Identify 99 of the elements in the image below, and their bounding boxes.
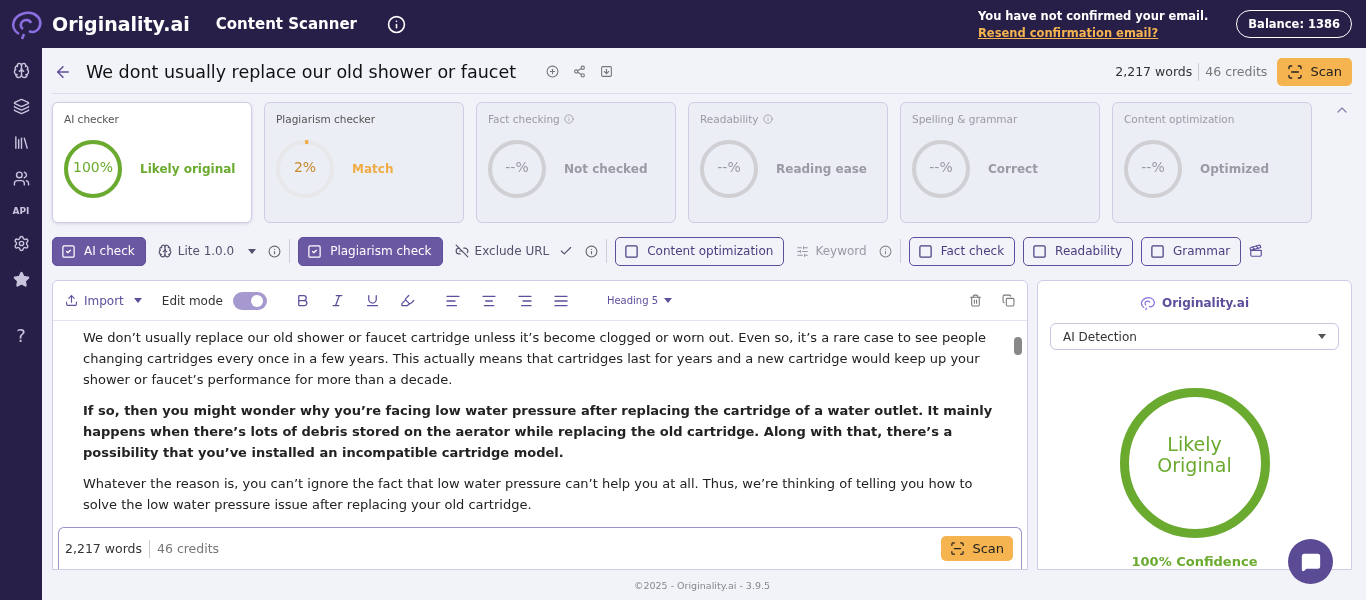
caret-icon bbox=[1318, 334, 1326, 340]
card-title: Readability bbox=[700, 113, 876, 125]
credit-count: 46 credits bbox=[1205, 64, 1268, 79]
clapperboard-icon[interactable] bbox=[1249, 244, 1264, 258]
checker-card[interactable]: Plagiarism checker 2% Match bbox=[264, 102, 464, 223]
checkbox-icon bbox=[1150, 243, 1165, 259]
copy-icon[interactable] bbox=[1002, 294, 1015, 307]
score-value: 2% bbox=[292, 159, 318, 175]
score-status: Match bbox=[352, 162, 394, 176]
score-ring bbox=[276, 140, 334, 198]
info-icon bbox=[878, 244, 892, 258]
chat-icon bbox=[1300, 551, 1321, 572]
score-status: Correct bbox=[988, 162, 1038, 176]
brand-name: Originality.ai bbox=[52, 13, 190, 35]
card-title: Plagiarism checker bbox=[276, 113, 377, 125]
paragraph: Whatever the reason is, you can’t ignore the fact that low water pressure can’t help you at all. Thus, we’re thinking of telling you how to solve the low water pressure issue after replacing your old cartridge. bbox=[83, 475, 974, 514]
star-icon[interactable] bbox=[12, 271, 30, 288]
scan-icon bbox=[950, 541, 966, 556]
score-ring bbox=[912, 140, 970, 198]
import-button[interactable]: Import bbox=[65, 293, 142, 308]
paragraph: If so, then you might wonder why you’re facing low water pressure after replacing the cartridge of a water outlet. It mainly happens when there’s lots of debris stored on the aerator while replacing the old cartridge. Along with that, there’s a possibility that you’ve installed an incompatible cartridge model. bbox=[83, 402, 994, 462]
score-ring bbox=[1124, 140, 1182, 198]
brain-logo-icon bbox=[1140, 295, 1156, 311]
panel-brand: Originality.ai bbox=[1140, 295, 1249, 311]
highlighter-icon[interactable] bbox=[399, 293, 415, 308]
brain-icon[interactable] bbox=[12, 62, 30, 79]
library-icon[interactable] bbox=[12, 134, 30, 151]
model-dropdown[interactable]: Lite 1.0.0 bbox=[153, 244, 261, 258]
download-icon[interactable] bbox=[600, 65, 614, 78]
scan-button[interactable]: Scan bbox=[1277, 57, 1352, 86]
card-title: AI checker bbox=[64, 113, 120, 125]
check-toggle[interactable]: Readability bbox=[1023, 236, 1133, 266]
info-icon bbox=[762, 114, 773, 124]
score-status: Optimized bbox=[1200, 162, 1269, 176]
score-value: 100% bbox=[72, 159, 114, 175]
delete-icon[interactable] bbox=[969, 294, 982, 307]
card-title: Spelling & grammar bbox=[912, 113, 1019, 125]
word-count: 2,217 words bbox=[65, 541, 142, 556]
api-link[interactable]: API bbox=[12, 206, 30, 216]
check-toggle[interactable]: Plagiarism check bbox=[298, 236, 443, 266]
edit-mode-switch[interactable] bbox=[232, 291, 267, 310]
caret-icon bbox=[133, 298, 142, 303]
info-icon[interactable] bbox=[386, 14, 406, 34]
score-ring bbox=[488, 140, 546, 198]
add-icon[interactable] bbox=[546, 65, 560, 78]
check-toggle[interactable]: AI check bbox=[52, 236, 146, 266]
scan-icon bbox=[1287, 63, 1304, 80]
layers-icon[interactable] bbox=[12, 98, 30, 115]
score-ring bbox=[700, 140, 758, 198]
score-status: Likely original bbox=[140, 162, 236, 176]
check-toggle[interactable]: Content optimization bbox=[615, 236, 785, 266]
check-icon bbox=[559, 244, 574, 258]
heading-dropdown[interactable]: Heading 5 bbox=[606, 295, 673, 306]
upload-icon bbox=[65, 294, 78, 307]
checkbox-icon bbox=[1032, 243, 1048, 259]
app-title: Content Scanner bbox=[215, 15, 357, 33]
score-status: Reading ease bbox=[776, 162, 867, 176]
caret-icon bbox=[664, 298, 673, 303]
verdict-text: Likely Original bbox=[1156, 434, 1233, 477]
score-value: --% bbox=[504, 159, 530, 175]
check-toggle[interactable]: Grammar bbox=[1141, 236, 1242, 266]
edit-mode-label: Edit mode bbox=[161, 293, 223, 308]
users-icon[interactable] bbox=[12, 170, 30, 187]
settings-icon[interactable] bbox=[12, 235, 30, 252]
scan-button[interactable]: Scan bbox=[941, 536, 1013, 561]
score-value: --% bbox=[716, 159, 742, 175]
card-title: Content optimization bbox=[1124, 113, 1236, 125]
email-notice: You have not confirmed your email. bbox=[978, 8, 1209, 23]
check-toggle[interactable]: Fact check bbox=[908, 236, 1016, 266]
document-title: We dont usually replace our old shower or faucet bbox=[86, 61, 517, 82]
score-value: --% bbox=[928, 159, 954, 175]
share-icon[interactable] bbox=[573, 65, 587, 78]
checkbox-icon bbox=[61, 243, 76, 259]
checker-card[interactable]: AI checker 100% Likely original bbox=[52, 102, 252, 223]
copyright-text: ©2025 - Originality.ai - 3.9.5 bbox=[632, 578, 772, 593]
exclude-url-button[interactable]: Exclude URL bbox=[450, 244, 578, 258]
info-icon bbox=[268, 244, 282, 258]
checkbox-icon bbox=[624, 243, 640, 259]
score-ring bbox=[64, 140, 122, 198]
help-link[interactable]: ? bbox=[16, 325, 26, 346]
confidence-text: 100% Confidence bbox=[1131, 554, 1258, 569]
credit-count: 46 credits bbox=[157, 541, 220, 556]
checkbox-icon bbox=[307, 243, 323, 259]
score-status: Not checked bbox=[564, 162, 648, 176]
resend-link[interactable]: Resend confirmation email? bbox=[978, 25, 1159, 40]
caret-icon bbox=[248, 248, 257, 254]
info-icon bbox=[563, 114, 574, 124]
info-icon bbox=[585, 244, 599, 258]
underline-icon[interactable] bbox=[364, 293, 380, 308]
card-title: Fact checking bbox=[488, 113, 664, 125]
paragraph: We don’t usually replace our old shower or faucet cartridge unless it’s become clogged or worn out. Even so, it’s a rare case to see people changing cartridges every once in a few years. This actually means that cartridges last for years and a new cartridge would keep up your shower or faucet’s performance for more than a decade. bbox=[83, 329, 987, 389]
sliders-icon bbox=[796, 244, 810, 258]
brain-icon bbox=[157, 244, 172, 258]
italic-icon[interactable] bbox=[329, 293, 345, 308]
unlink-icon bbox=[454, 244, 469, 258]
detection-select[interactable]: AI Detection bbox=[1050, 323, 1339, 351]
score-value: --% bbox=[1140, 159, 1166, 175]
word-count: 2,217 words bbox=[1115, 64, 1193, 79]
checkbox-icon bbox=[917, 243, 933, 259]
